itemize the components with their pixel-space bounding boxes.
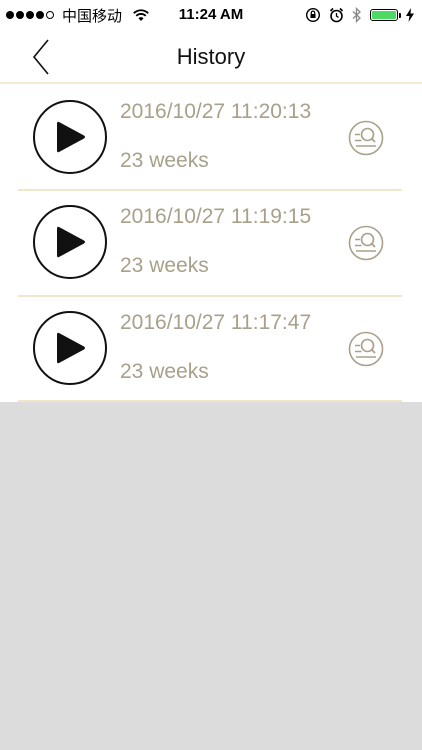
search-icon[interactable] [347,330,385,368]
record-weeks: 23 weeks [120,149,209,172]
record-datetime: 2016/10/27 11:17:47 [120,311,312,334]
battery-icon [370,9,401,21]
record-weeks: 23 weeks [120,360,209,383]
rotation-lock-icon [305,7,321,23]
play-button[interactable] [33,205,107,279]
page-title: History [176,44,246,69]
search-icon[interactable] [347,224,385,262]
history-record: 2016/10/27 11:20:13 23 weeks [0,84,422,191]
row-divider [18,400,402,402]
status-right [305,0,414,30]
search-icon[interactable] [347,119,385,157]
navigation-bar: History [0,30,422,84]
record-datetime: 2016/10/27 11:19:15 [120,205,312,228]
play-icon [57,332,85,364]
play-icon [57,226,85,258]
history-record: 2016/10/27 11:19:15 23 weeks [0,190,422,297]
alarm-icon [329,7,344,23]
record-weeks: 23 weeks [120,254,209,277]
play-button[interactable] [33,311,107,385]
charging-icon [406,8,414,22]
status-bar: 中国移动 11:24 AM [0,0,422,30]
play-button[interactable] [33,100,107,174]
history-record: 2016/10/27 11:17:47 23 weeks [0,296,422,402]
history-list: 2016/10/27 11:20:13 23 weeks 2016/10/27 … [0,84,422,402]
record-datetime: 2016/10/27 11:20:13 [120,100,312,123]
bluetooth-icon [352,7,361,23]
play-icon [57,121,85,153]
